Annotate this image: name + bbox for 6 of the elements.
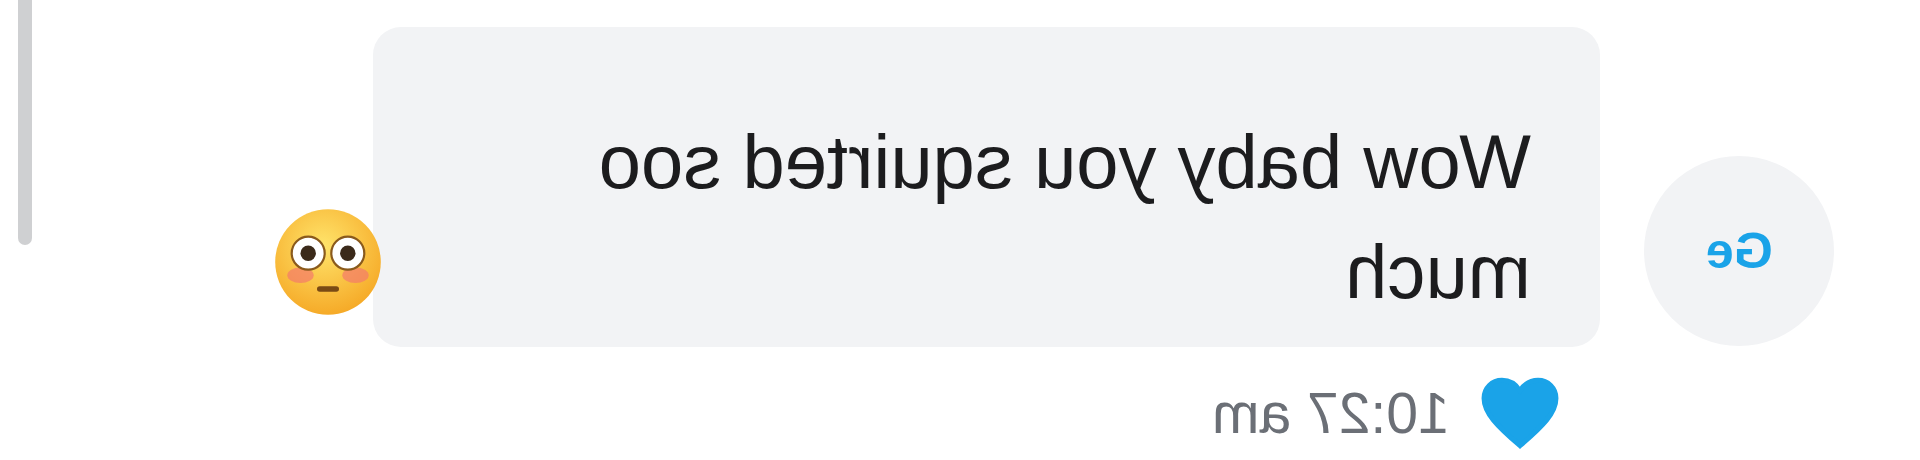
message-text: Wow baby you squirted soo much bbox=[597, 118, 1531, 316]
message-time: 10:27 am bbox=[1212, 384, 1450, 442]
scrollbar[interactable] bbox=[18, 0, 32, 245]
heart-icon[interactable] bbox=[1480, 377, 1560, 449]
avatar-initials: Ge bbox=[1705, 221, 1773, 281]
avatar[interactable]: Ge bbox=[1644, 156, 1834, 346]
